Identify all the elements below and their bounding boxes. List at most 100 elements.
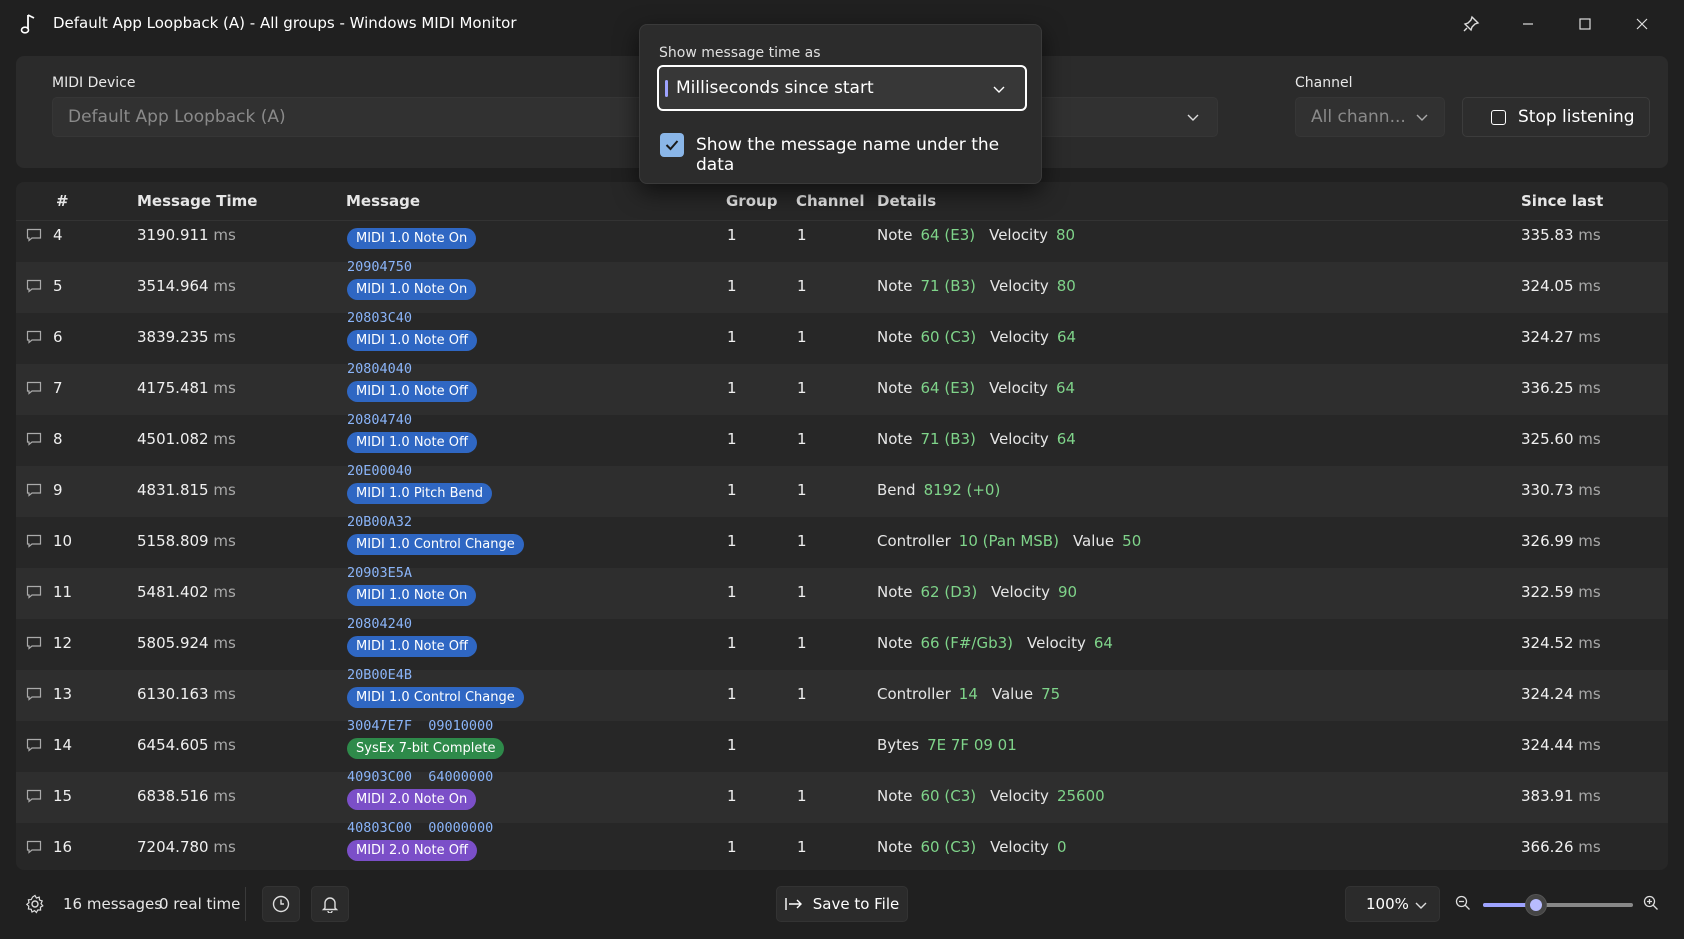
close-button[interactable]: [1614, 0, 1670, 48]
messages-list[interactable]: 43190.911 ms20904050MIDI 1.0 Note On11No…: [16, 220, 1668, 870]
zoom-out-icon[interactable]: [1455, 895, 1471, 911]
detail-key: Velocity: [990, 328, 1049, 346]
table-row[interactable]: 5 3514.964 ms 20904750 MIDI 1.0 Note On 1 1 No…: [16, 259, 1668, 313]
show-name-checkbox[interactable]: [660, 133, 684, 157]
detail-value: 14: [958, 685, 978, 703]
table-row[interactable]: 11 5481.402 ms 20903E5A MIDI 1.0 Note On 1 1 N…: [16, 565, 1668, 619]
channel-combobox[interactable]: All chann...: [1295, 97, 1445, 137]
channel-value: 1: [797, 787, 807, 805]
detail-key: Note: [877, 226, 913, 244]
since-last: 324.44 ms: [1521, 736, 1601, 754]
detail-key: Controller: [877, 685, 951, 703]
details: Note 66 (F#/Gb3) Velocity 64: [877, 634, 1127, 652]
maximize-button[interactable]: [1557, 0, 1613, 48]
message-time: 4831.815 ms: [137, 481, 236, 499]
comment-icon[interactable]: [26, 636, 42, 650]
pin-button[interactable]: [1443, 0, 1499, 48]
table-row[interactable]: 7 4175.481 ms 20804040 MIDI 1.0 Note Off 1 1 N…: [16, 361, 1668, 415]
comment-icon[interactable]: [26, 534, 42, 548]
minimize-button[interactable]: [1500, 0, 1556, 48]
message-time: 3190.911 ms: [137, 226, 236, 244]
pin-icon: [1463, 15, 1480, 32]
message-time: 5805.924 ms: [137, 634, 236, 652]
message-hex: 20904050: [347, 221, 412, 224]
table-row[interactable]: 12 5805.924 ms 20804240 MIDI 1.0 Note Off 1 1…: [16, 616, 1668, 670]
notifications-button[interactable]: [311, 886, 349, 922]
time-unit: ms: [1573, 736, 1601, 754]
table-row[interactable]: 9 4831.815 ms 20E00040 MIDI 1.0 Pitch Bend 1…: [16, 463, 1668, 517]
since-last: 336.25 ms: [1521, 379, 1601, 397]
comment-icon[interactable]: [26, 687, 42, 701]
detail-key: Velocity: [989, 277, 1049, 295]
comment-icon[interactable]: [26, 381, 42, 395]
table-row[interactable]: 4 3190.911 ms 20904050 MIDI 1.0 Note On 1 1 No…: [16, 221, 1668, 262]
details: Note 71 (B3) Velocity 80: [877, 277, 1090, 295]
comment-icon[interactable]: [26, 432, 42, 446]
comment-icon[interactable]: [26, 483, 42, 497]
detail-value: 66 (F#/Gb3): [920, 634, 1014, 652]
message-hex: 20B00A32: [347, 514, 413, 530]
row-number: 15: [53, 787, 73, 805]
message-time: 6130.163 ms: [137, 685, 236, 703]
details: Controller 14 Value 75: [877, 685, 1074, 703]
zoom-in-icon[interactable]: [1643, 895, 1659, 911]
comment-icon[interactable]: [26, 330, 42, 344]
since-last-value: 324.52: [1521, 634, 1574, 652]
zoom-combobox[interactable]: 100%: [1345, 886, 1440, 922]
settings-gear-icon[interactable]: [25, 894, 45, 914]
comment-icon[interactable]: [26, 585, 42, 599]
table-row[interactable]: 8 4501.082 ms 20804740 MIDI 1.0 Note Off 1 1 N…: [16, 412, 1668, 466]
zoom-slider-thumb[interactable]: [1524, 894, 1547, 916]
detail-value: 7E 7F 09 01: [927, 736, 1017, 754]
comment-icon[interactable]: [26, 279, 42, 293]
table-row[interactable]: 16 7204.780 ms 40803C00 00000000 MIDI 2.0 N…: [16, 820, 1668, 870]
time-unit: ms: [1573, 481, 1601, 499]
channel-value: 1: [797, 532, 807, 550]
comment-icon[interactable]: [26, 840, 42, 854]
table-row[interactable]: 6 3839.235 ms 20803C40 MIDI 1.0 Note Off 1 1 N…: [16, 310, 1668, 364]
chevron-down-icon: [1415, 902, 1427, 909]
save-to-file-button[interactable]: Save to File: [776, 886, 908, 922]
message-hex: 40803C00 00000000: [347, 820, 494, 836]
time-unit: ms: [208, 532, 236, 550]
channel-value: All chann...: [1311, 107, 1406, 127]
message-hex: 20804040: [347, 361, 413, 377]
message-hex: 20B00E4B: [347, 667, 413, 683]
group-value: 1: [727, 226, 737, 244]
table-row[interactable]: 13 6130.163 ms 20B00E4B MIDI 1.0 Control Ch…: [16, 667, 1668, 721]
time-format-button[interactable]: [262, 886, 300, 922]
device-combobox[interactable]: Default App Loopback (A): [52, 97, 1218, 137]
since-last-value: 366.26: [1521, 838, 1574, 856]
comment-icon[interactable]: [26, 789, 42, 803]
group-value: 1: [727, 532, 737, 550]
time-unit: ms: [1573, 838, 1601, 856]
stop-listening-button[interactable]: Stop listening: [1462, 97, 1650, 137]
message-time-value: 4501.082: [137, 430, 209, 448]
time-format-combobox[interactable]: Milliseconds since start: [657, 65, 1027, 111]
comment-icon[interactable]: [26, 738, 42, 752]
stop-listening-label: Stop listening: [1518, 107, 1635, 127]
row-number: 11: [53, 583, 73, 601]
comment-icon[interactable]: [26, 228, 42, 242]
row-number: 10: [53, 532, 73, 550]
table-row[interactable]: 10 5158.809 ms 20B00A32 MIDI 1.0 Control Ch…: [16, 514, 1668, 568]
channel-value: 1: [797, 430, 807, 448]
detail-value: 71 (B3): [920, 277, 976, 295]
row-number: 9: [53, 481, 63, 499]
detail-value: 64: [1055, 379, 1076, 397]
message-type-badge: MIDI 2.0 Note Off: [347, 840, 477, 861]
row-number: 14: [53, 736, 73, 754]
details: Note 64 (E3) Velocity 80: [877, 226, 1089, 244]
group-value: 1: [727, 634, 737, 652]
detail-key: Velocity: [989, 226, 1048, 244]
table-row[interactable]: 15 6838.516 ms 40903C00 64000000 MIDI 2.0 N…: [16, 769, 1668, 823]
details: Note 62 (D3) Velocity 90: [877, 583, 1091, 601]
time-unit: ms: [208, 481, 236, 499]
header-details: Details: [877, 192, 937, 210]
since-last: 366.26 ms: [1521, 838, 1601, 856]
time-format-flyout: Show message time as Milliseconds since …: [639, 24, 1042, 184]
message-type-badge: MIDI 1.0 Pitch Bend: [347, 483, 493, 504]
message-time: 7204.780 ms: [137, 838, 236, 856]
table-row[interactable]: 14 6454.605 ms 30047E7F 09010000 SysEx 7-bi…: [16, 718, 1668, 772]
time-unit: ms: [208, 430, 236, 448]
